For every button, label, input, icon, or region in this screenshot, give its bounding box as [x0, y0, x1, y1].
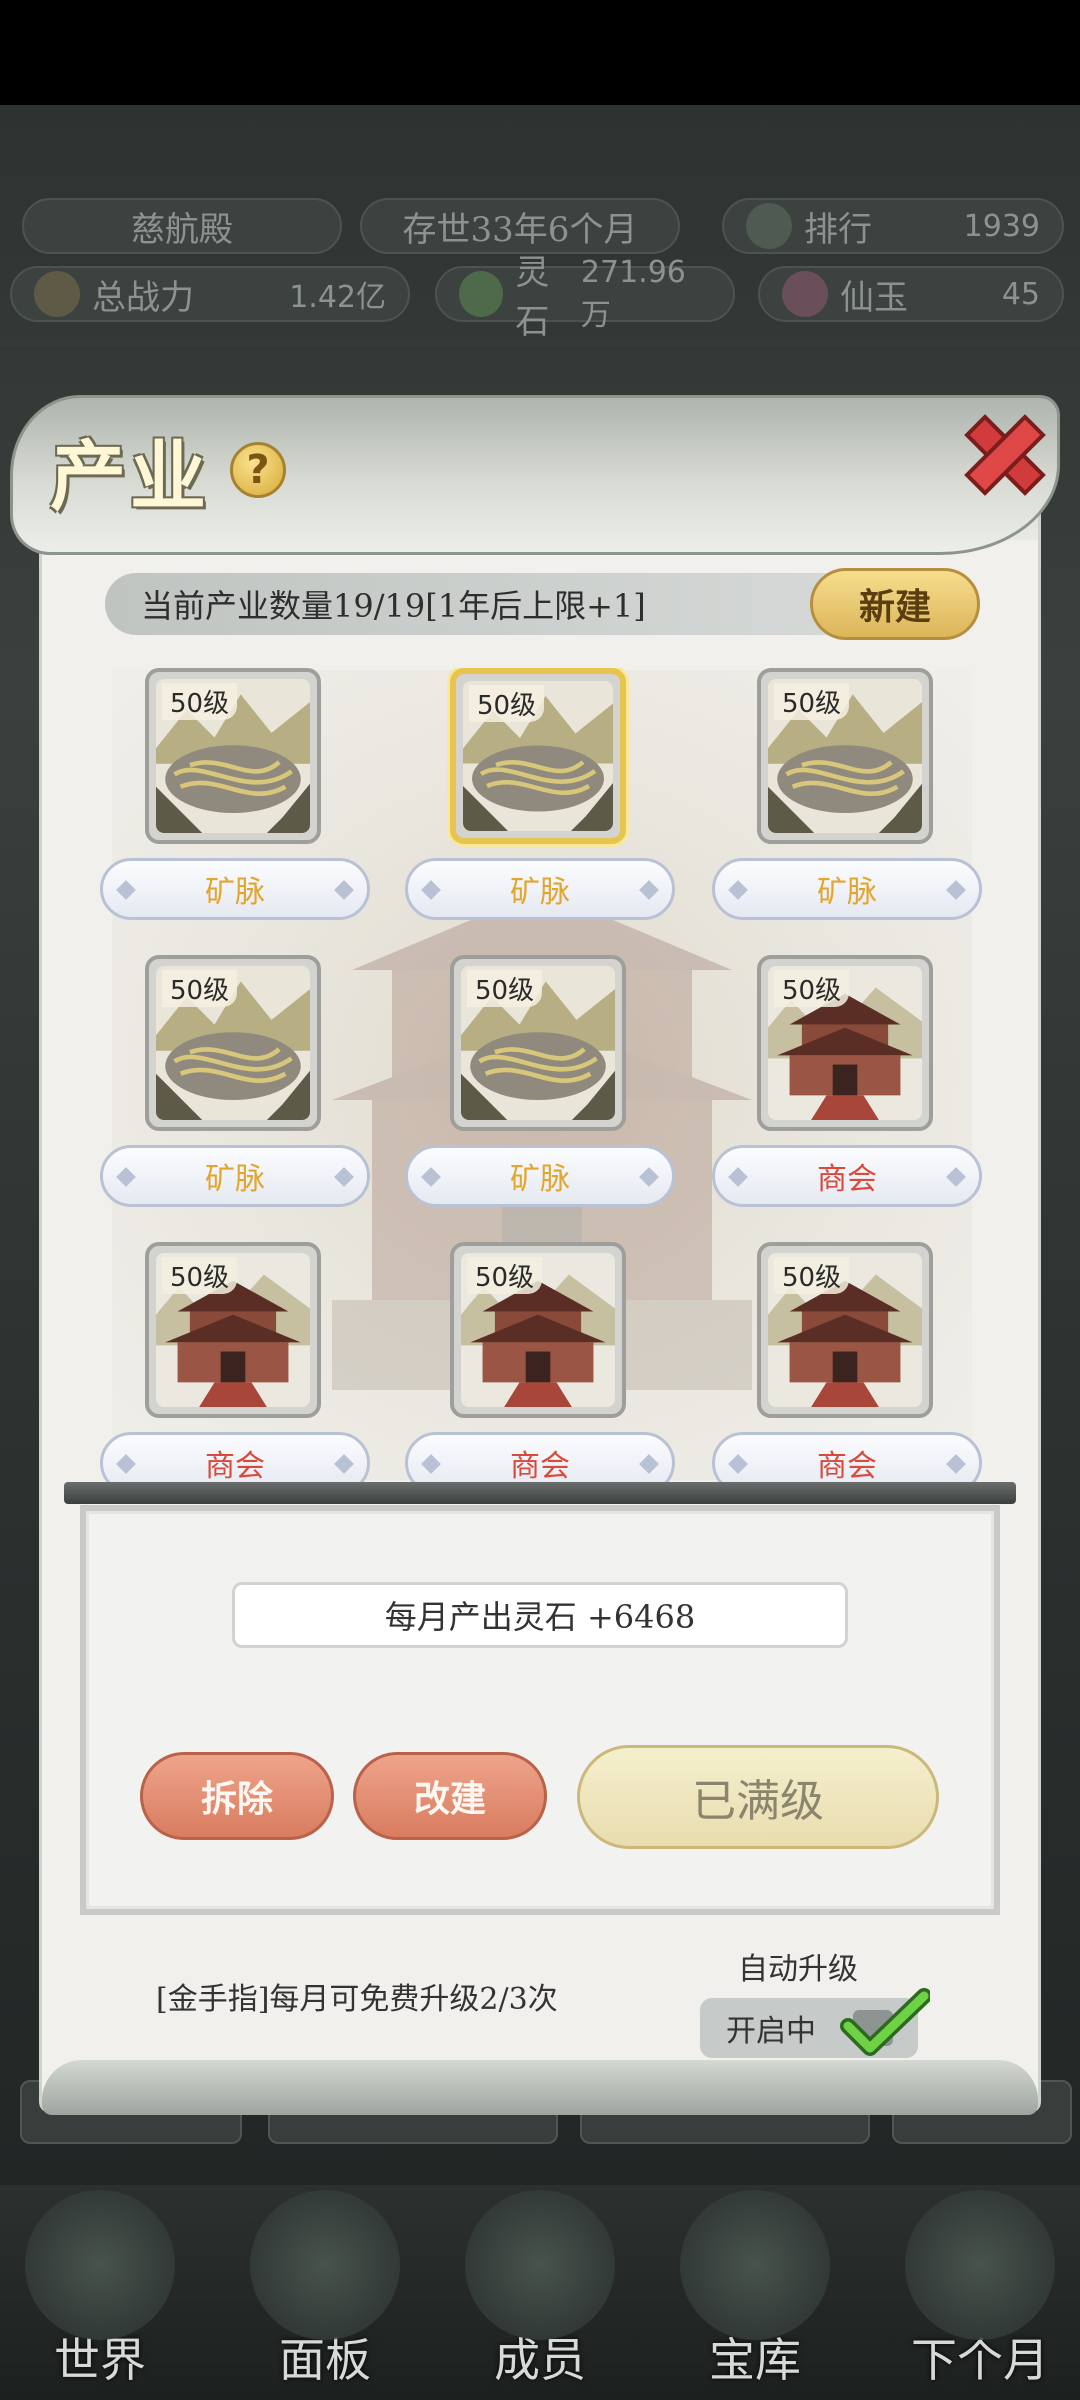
- slot-label: 商会: [100, 1432, 370, 1482]
- slot-level: 50级: [467, 1257, 543, 1294]
- free-upgrade-text: [金手指]每月可免费升级2/3次: [156, 1982, 558, 2017]
- nav-panel[interactable]: 面板: [245, 2190, 405, 2400]
- slot-level: 50级: [162, 683, 238, 720]
- slot-frame: 50级: [757, 955, 933, 1131]
- jade-icon: [782, 271, 828, 317]
- industry-slot-shop[interactable]: 50级商会: [100, 1242, 370, 1482]
- treasury-icon: [680, 2190, 830, 2340]
- nav-members[interactable]: 成员: [460, 2190, 620, 2400]
- mine-icon: 50级: [156, 966, 310, 1120]
- spirit-stone-label: 灵石: [515, 253, 550, 342]
- power-label: 总战力: [92, 277, 194, 318]
- jade-label: 仙玉: [840, 277, 908, 318]
- spirit-stone-value: 271.96万: [580, 254, 686, 333]
- industry-slot-shop[interactable]: 50级商会: [405, 1242, 675, 1482]
- sect-name: 慈航殿: [131, 209, 233, 250]
- close-icon[interactable]: [955, 405, 1055, 505]
- rank-value: 1939: [963, 208, 1040, 244]
- slot-frame: 50级: [757, 668, 933, 844]
- slot-label: 商会: [712, 1432, 982, 1482]
- divider: [0, 340, 1080, 346]
- jade-value: 45: [1001, 276, 1040, 312]
- industry-slot-mine[interactable]: 50级矿脉: [405, 668, 675, 928]
- industry-slot-mine[interactable]: 50级矿脉: [100, 668, 370, 928]
- world-icon: [25, 2190, 175, 2340]
- slot-frame: 50级: [450, 955, 626, 1131]
- info-rail: [64, 1482, 1016, 1504]
- next-month-icon: [905, 2190, 1055, 2340]
- slot-label: 矿脉: [405, 858, 675, 920]
- power-bar: 总战力 1.42亿: [10, 266, 410, 322]
- rank-bar[interactable]: 排行 1939: [722, 198, 1064, 254]
- slot-frame: 50级: [450, 668, 626, 844]
- shop-icon: 50级: [768, 1253, 922, 1407]
- members-icon: [465, 2190, 615, 2340]
- rank-label: 排行: [804, 209, 872, 250]
- slot-label: 矿脉: [100, 1145, 370, 1207]
- panel-icon: [250, 2190, 400, 2340]
- industry-slot-mine[interactable]: 50级矿脉: [405, 955, 675, 1215]
- industry-info-box: [80, 1505, 1000, 1915]
- status-bar: [0, 0, 1080, 105]
- slot-level: 50级: [162, 970, 238, 1007]
- spirit-stone-bar: 灵石 271.96万: [435, 253, 735, 342]
- sect-name-bar: 慈航殿: [22, 198, 342, 254]
- cloud-footer-deco: [42, 2060, 1038, 2115]
- industry-slot-mine[interactable]: 50级矿脉: [712, 668, 982, 928]
- slot-label: 商会: [405, 1432, 675, 1482]
- max-level-button[interactable]: 已满级: [577, 1745, 939, 1849]
- shop-icon: 50级: [461, 1253, 615, 1407]
- slot-level: 50级: [774, 970, 850, 1007]
- nav-treasury[interactable]: 宝库: [675, 2190, 835, 2400]
- slot-label: 矿脉: [405, 1145, 675, 1207]
- slot-frame: 50级: [145, 668, 321, 844]
- auto-upgrade-title: 自动升级: [738, 1952, 858, 1987]
- slot-level: 50级: [467, 970, 543, 1007]
- monthly-output-field: 每月产出灵石 +6468: [232, 1582, 848, 1648]
- slot-label: 商会: [712, 1145, 982, 1207]
- slot-frame: 50级: [450, 1242, 626, 1418]
- mine-icon: 50级: [156, 679, 310, 833]
- slot-label: 矿脉: [712, 858, 982, 920]
- auto-upgrade-state: 开启中: [726, 2014, 816, 2049]
- slot-level: 50级: [774, 683, 850, 720]
- shop-icon: 50级: [156, 1253, 310, 1407]
- slot-level: 50级: [469, 685, 545, 722]
- nav-world[interactable]: 世界: [20, 2190, 180, 2400]
- demolish-button[interactable]: 拆除: [140, 1752, 334, 1840]
- slot-level: 50级: [774, 1257, 850, 1294]
- slot-frame: 50级: [145, 1242, 321, 1418]
- help-icon[interactable]: ?: [230, 442, 286, 498]
- industry-slot-mine[interactable]: 50级矿脉: [100, 955, 370, 1215]
- power-icon: [34, 271, 80, 317]
- slot-frame: 50级: [145, 955, 321, 1131]
- industry-slot-shop[interactable]: 50级商会: [712, 1242, 982, 1482]
- slot-frame: 50级: [757, 1242, 933, 1418]
- slot-label: 矿脉: [100, 858, 370, 920]
- industry-count-text: 当前产业数量19/19[1年后上限+1]: [141, 587, 646, 625]
- rank-icon: [746, 203, 792, 249]
- rebuild-button[interactable]: 改建: [353, 1752, 547, 1840]
- mine-icon: 50级: [461, 966, 615, 1120]
- mine-icon: 50级: [768, 679, 922, 833]
- slot-level: 50级: [162, 1257, 238, 1294]
- power-value: 1.42亿: [289, 280, 386, 315]
- sect-age: 存世33年6个月: [402, 209, 638, 250]
- industry-slot-shop[interactable]: 50级商会: [712, 955, 982, 1215]
- panel-title: 产业: [50, 432, 210, 521]
- panel-title-group: 产业 ?: [50, 415, 286, 525]
- monthly-output-text: 每月产出灵石 +6468: [384, 1598, 696, 1636]
- jade-bar: 仙玉 45: [758, 266, 1064, 322]
- spirit-stone-icon: [459, 271, 504, 317]
- nav-next-month[interactable]: 下个月: [890, 2190, 1070, 2400]
- mine-icon: 50级: [463, 681, 613, 831]
- shop-icon: 50级: [768, 966, 922, 1120]
- new-build-button[interactable]: 新建: [810, 568, 980, 640]
- check-icon: [840, 1988, 930, 2056]
